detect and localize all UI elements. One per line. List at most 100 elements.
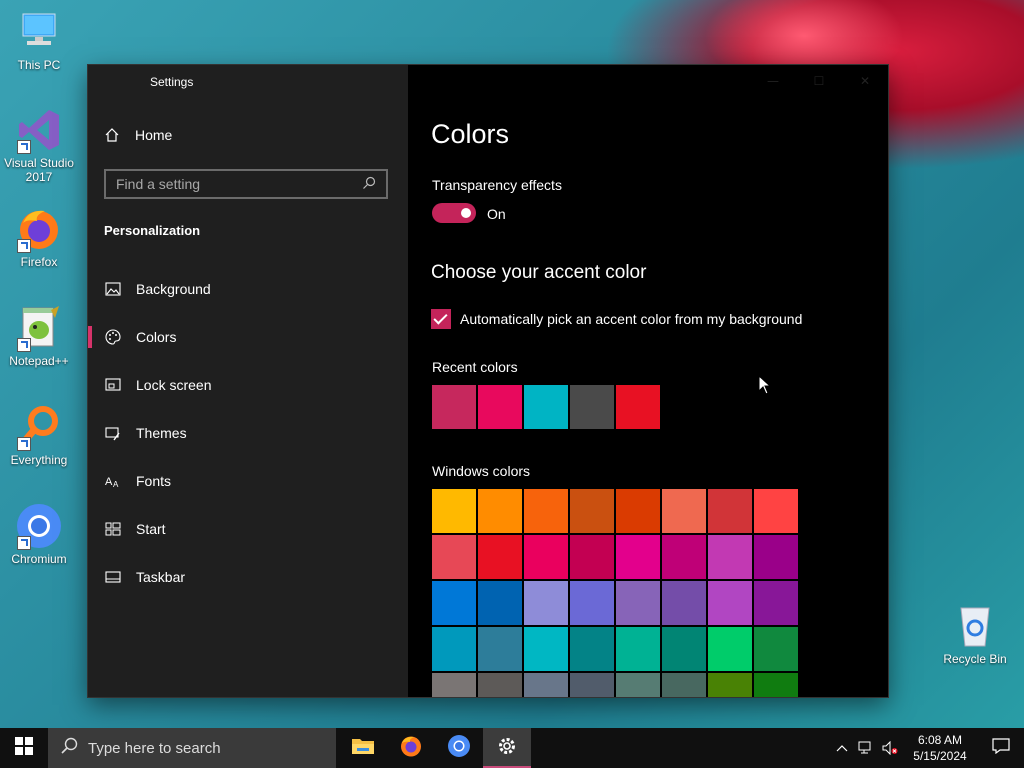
recent-color-swatch[interactable] [616, 385, 660, 429]
recent-color-swatch[interactable] [570, 385, 614, 429]
recent-colors-label: Recent colors [432, 359, 518, 375]
auto-pick-accent-option[interactable]: Automatically pick an accent color from … [431, 309, 802, 329]
desktop-icon-label: Everything [10, 453, 68, 467]
nav-item-label: Start [136, 521, 166, 537]
computer-icon [15, 8, 63, 56]
recent-color-swatch[interactable] [524, 385, 568, 429]
nav-home[interactable]: Home [104, 127, 172, 143]
shortcut-arrow-icon [17, 140, 31, 154]
nav-item-label: Fonts [136, 473, 172, 489]
windows-color-swatch[interactable] [432, 627, 476, 671]
volume-muted-icon[interactable] [878, 728, 902, 768]
search-icon [362, 175, 376, 194]
windows-color-swatch[interactable] [616, 581, 660, 625]
windows-color-swatch[interactable] [662, 535, 706, 579]
windows-color-swatch[interactable] [524, 535, 568, 579]
windows-color-swatch[interactable] [478, 581, 522, 625]
windows-color-swatch[interactable] [524, 489, 568, 533]
desktop-icon-notepad-plus-plus[interactable]: Notepad++ [1, 304, 77, 368]
windows-color-swatch[interactable] [616, 489, 660, 533]
windows-color-swatch[interactable] [708, 627, 752, 671]
desktop-icon-everything[interactable]: Everything [1, 403, 77, 467]
windows-color-swatch[interactable] [524, 673, 568, 697]
windows-color-swatch[interactable] [524, 627, 568, 671]
windows-color-swatch[interactable] [708, 535, 752, 579]
recent-color-swatch[interactable] [478, 385, 522, 429]
desktop-icon-this-pc[interactable]: This PC [1, 8, 77, 72]
desktop-icon-recycle-bin[interactable]: Recycle Bin [937, 602, 1013, 666]
taskbar-settings[interactable] [483, 728, 531, 768]
windows-color-swatch[interactable] [570, 627, 614, 671]
windows-color-swatch[interactable] [432, 673, 476, 697]
taskbar-firefox[interactable] [387, 728, 435, 768]
start-button[interactable] [0, 728, 48, 768]
windows-color-swatch[interactable] [708, 489, 752, 533]
nav-item-fonts[interactable]: AA Fonts [88, 457, 408, 505]
windows-colors-grid [432, 489, 798, 697]
windows-color-swatch[interactable] [754, 581, 798, 625]
minimize-button[interactable]: — [750, 65, 796, 97]
windows-color-swatch[interactable] [432, 581, 476, 625]
windows-color-swatch[interactable] [570, 673, 614, 697]
taskbar-file-explorer[interactable] [339, 728, 387, 768]
taskbar-search-box[interactable]: Type here to search [48, 728, 336, 768]
windows-color-swatch[interactable] [616, 673, 660, 697]
taskbar-chromium[interactable] [435, 728, 483, 768]
nav-item-background[interactable]: Background [88, 265, 408, 313]
windows-color-swatch[interactable] [662, 489, 706, 533]
nav-item-label: Background [136, 281, 211, 297]
windows-color-swatch[interactable] [754, 535, 798, 579]
windows-color-swatch[interactable] [708, 581, 752, 625]
nav-item-label: Colors [136, 329, 177, 345]
network-icon[interactable] [854, 728, 878, 768]
windows-color-swatch[interactable] [662, 627, 706, 671]
find-setting-search[interactable]: Find a setting [104, 169, 388, 199]
windows-color-swatch[interactable] [478, 535, 522, 579]
nav-item-lock-screen[interactable]: Lock screen [88, 361, 408, 409]
taskbar-clock[interactable]: 6:08 AM 5/15/2024 [902, 732, 978, 764]
window-title: Settings [150, 75, 194, 89]
firefox-icon [399, 734, 423, 763]
desktop-icon-visual-studio[interactable]: Visual Studio 2017 [1, 106, 77, 184]
windows-color-swatch[interactable] [478, 489, 522, 533]
action-center-button[interactable] [978, 728, 1024, 768]
windows-color-swatch[interactable] [616, 535, 660, 579]
chromium-icon [15, 502, 63, 550]
windows-color-swatch[interactable] [570, 489, 614, 533]
taskbar-search-placeholder: Type here to search [88, 739, 221, 757]
transparency-toggle[interactable] [432, 203, 476, 223]
close-button[interactable]: ✕ [842, 65, 888, 97]
windows-color-swatch[interactable] [478, 673, 522, 697]
recent-color-swatch[interactable] [432, 385, 476, 429]
windows-color-swatch[interactable] [754, 673, 798, 697]
nav-item-taskbar[interactable]: Taskbar [88, 553, 408, 601]
show-hidden-icons-chevron-up-icon[interactable] [830, 728, 854, 768]
notepad-plus-plus-icon [15, 304, 63, 352]
windows-color-swatch[interactable] [616, 627, 660, 671]
maximize-button[interactable]: ☐ [796, 65, 842, 97]
nav-item-label: Taskbar [136, 569, 186, 585]
windows-color-swatch[interactable] [570, 535, 614, 579]
nav-item-label: Lock screen [136, 377, 212, 393]
auto-pick-checkbox[interactable] [431, 309, 451, 329]
windows-color-swatch[interactable] [478, 627, 522, 671]
everything-search-icon [15, 403, 63, 451]
windows-color-swatch[interactable] [662, 581, 706, 625]
windows-color-swatch[interactable] [708, 673, 752, 697]
windows-color-swatch[interactable] [524, 581, 568, 625]
windows-color-swatch[interactable] [432, 489, 476, 533]
windows-color-swatch[interactable] [754, 627, 798, 671]
image-icon [104, 280, 122, 298]
recent-colors [432, 385, 660, 429]
windows-color-swatch[interactable] [570, 581, 614, 625]
nav-item-themes[interactable]: Themes [88, 409, 408, 457]
nav-item-start[interactable]: Start [88, 505, 408, 553]
windows-color-swatch[interactable] [754, 489, 798, 533]
accent-heading: Choose your accent color [431, 262, 647, 283]
windows-color-swatch[interactable] [662, 673, 706, 697]
lock-screen-icon [104, 376, 122, 394]
desktop-icon-firefox[interactable]: Firefox [1, 205, 77, 269]
desktop-icon-chromium[interactable]: Chromium [1, 502, 77, 566]
nav-item-colors[interactable]: Colors [88, 313, 408, 361]
windows-color-swatch[interactable] [432, 535, 476, 579]
